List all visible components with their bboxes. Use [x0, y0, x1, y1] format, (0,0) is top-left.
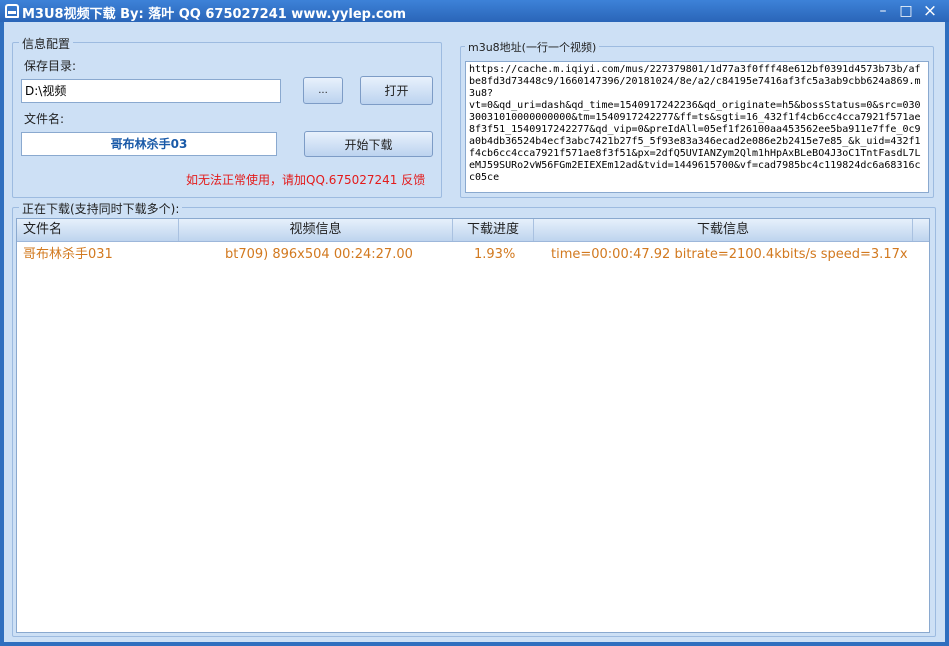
downloads-group-legend: 正在下载(支持同时下载多个):: [19, 200, 183, 217]
maximize-button[interactable]: □: [896, 3, 916, 19]
config-group-legend: 信息配置: [19, 35, 74, 52]
close-button[interactable]: ×: [920, 3, 940, 20]
open-button[interactable]: 打开: [360, 76, 433, 105]
row-filename: 哥布林杀手031: [23, 247, 113, 262]
m3u8-url-textarea[interactable]: https://cache.m.iqiyi.com/mus/227379801/…: [465, 61, 929, 193]
download-list[interactable]: 文件名 视频信息 下载进度 下载信息 哥布林杀手031 bt709) 896x5…: [16, 218, 930, 633]
column-filename[interactable]: 文件名: [17, 219, 179, 241]
title-bar[interactable]: M3U8视频下载 By: 落叶 QQ 675027241 www.yylep.c…: [0, 0, 949, 22]
row-video-info: bt709) 896x504 00:24:27.00: [225, 247, 413, 262]
filename-label: 文件名:: [24, 112, 65, 126]
window-title: M3U8视频下载 By: 落叶 QQ 675027241 www.yylep.c…: [22, 7, 407, 22]
app-lock-icon: [5, 4, 19, 18]
minimize-button[interactable]: –: [873, 3, 893, 19]
filename-input[interactable]: 哥布林杀手03: [21, 132, 277, 156]
column-progress[interactable]: 下载进度: [453, 219, 534, 241]
save-dir-label: 保存目录:: [24, 59, 77, 73]
m3u8-group-legend: m3u8地址(一行一个视频): [465, 39, 600, 55]
table-row[interactable]: 哥布林杀手031 bt709) 896x504 00:24:27.00 1.93…: [17, 245, 929, 265]
column-download-info[interactable]: 下载信息: [534, 219, 913, 241]
warning-text: 如无法正常使用，请加QQ.675027241 反馈: [186, 173, 426, 187]
column-filler: [913, 219, 929, 241]
client-area: 信息配置 保存目录: D:\视频 ... 打开 文件名: 哥布林杀手03 开始下…: [4, 22, 945, 642]
m3u8-group: m3u8地址(一行一个视频) https://cache.m.iqiyi.com…: [460, 39, 934, 198]
row-progress: 1.93%: [474, 247, 516, 262]
config-group: 信息配置 保存目录: D:\视频 ... 打开 文件名: 哥布林杀手03 开始下…: [12, 35, 442, 198]
list-header: 文件名 视频信息 下载进度 下载信息: [17, 219, 929, 242]
column-video-info[interactable]: 视频信息: [179, 219, 453, 241]
start-download-button[interactable]: 开始下载: [304, 131, 433, 157]
save-dir-input[interactable]: D:\视频: [21, 79, 281, 103]
browse-button[interactable]: ...: [303, 77, 343, 104]
row-download-info: time=00:00:47.92 bitrate=2100.4kbits/s s…: [551, 247, 908, 262]
